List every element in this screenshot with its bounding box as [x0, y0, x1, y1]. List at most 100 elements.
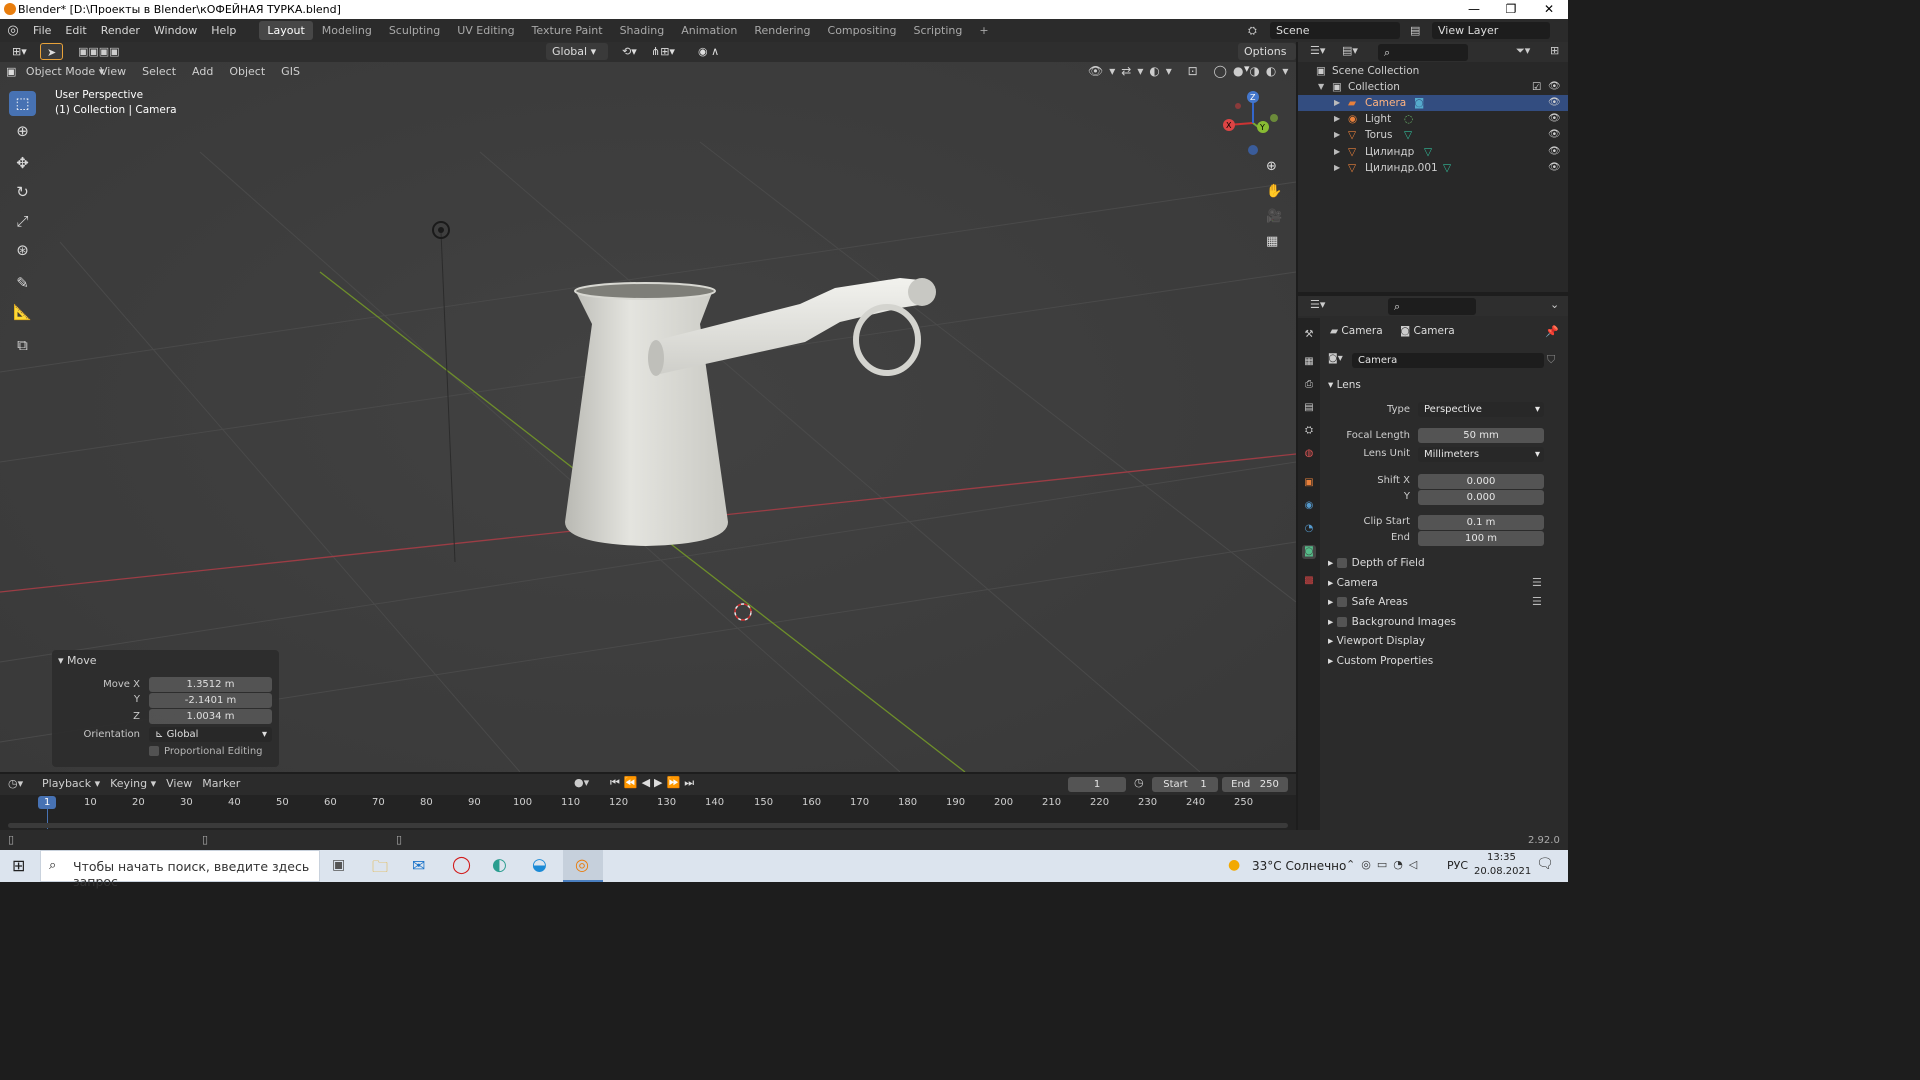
section-safe-areas[interactable]: ▸ Safe Areas [1328, 596, 1408, 608]
windows-start-icon[interactable]: ⊞ [12, 856, 25, 875]
outliner-search-input[interactable]: ⌕ [1378, 44, 1468, 61]
outliner-row-torus[interactable]: ▶ ▽ Torus ▽ 👁 [1298, 127, 1568, 143]
preview-range-icon[interactable]: ◷ [1134, 776, 1144, 789]
tab-shading[interactable]: Shading [612, 21, 673, 40]
section-depth-of-field[interactable]: ▸ Depth of Field [1328, 557, 1425, 569]
weather-label[interactable]: 33°C Солнечно [1252, 859, 1346, 873]
close-button[interactable]: ✕ [1530, 0, 1568, 19]
selection-mode-icons[interactable]: ▣▣▣▣ [72, 43, 126, 60]
notification-icon[interactable]: 🗨 [1536, 856, 1554, 872]
tool-tab-icon[interactable]: ⚒ [1302, 328, 1316, 342]
taskbar-search-box[interactable]: ⌕ Чтобы начать поиск, введите здесь запр… [40, 850, 320, 889]
menu-window[interactable]: Window [147, 19, 204, 42]
filter-icon[interactable]: ⏷▾ [1516, 44, 1530, 58]
add-workspace-button[interactable]: + [971, 21, 996, 40]
properties-editor-icon[interactable]: ☰▾ [1310, 298, 1325, 311]
maximize-button[interactable]: ❐ [1492, 0, 1530, 19]
add-cube-tool-icon[interactable]: ⧉ [9, 333, 36, 358]
light-data-icon[interactable]: ◌ [1404, 111, 1413, 127]
annotate-tool-icon[interactable]: ✎ [9, 271, 36, 296]
expand-arrow-icon[interactable]: ▶ [1334, 95, 1340, 111]
tab-layout[interactable]: Layout [259, 21, 313, 40]
timeline-scrollbar[interactable] [8, 823, 1288, 828]
clock-date[interactable]: 20.08.2021 [1474, 866, 1531, 877]
transform-orientation-dropdown[interactable]: Global ▾ [546, 43, 608, 60]
section-camera[interactable]: ▸ Camera [1328, 577, 1378, 589]
file-explorer-icon[interactable]: 🗀 [372, 856, 388, 883]
checkbox-icon[interactable] [1336, 597, 1347, 607]
move-tool-icon[interactable]: ✥ [9, 151, 36, 176]
eye-icon[interactable]: 👁 [1548, 79, 1561, 95]
tab-texture-paint[interactable]: Texture Paint [524, 21, 611, 40]
tab-animation[interactable]: Animation [673, 21, 745, 40]
scene-selector[interactable]: Scene [1270, 22, 1400, 39]
camera-data-tab-icon[interactable]: ◙ [1302, 545, 1316, 559]
scale-tool-icon[interactable]: ⤢ [9, 209, 36, 234]
outliner-row-light[interactable]: ▶ ◉ Light ◌ 👁 [1298, 111, 1568, 127]
lens-type-dropdown[interactable]: Perspective ▾ [1418, 402, 1544, 417]
move-z-field[interactable]: 1.0034 m [149, 709, 272, 724]
start-frame-field[interactable]: Start 1 [1152, 777, 1218, 792]
view-layer-selector[interactable]: View Layer [1432, 22, 1550, 39]
menu-help[interactable]: Help [204, 19, 243, 42]
cursor-tool-icon[interactable]: ⊕ [9, 119, 36, 144]
shift-x-field[interactable]: 0.000 [1418, 474, 1544, 489]
display-mode-icon[interactable]: ▤▾ [1342, 44, 1358, 57]
section-viewport-display[interactable]: ▸ Viewport Display [1328, 635, 1425, 647]
pivot-point-icon[interactable]: ⟲▾ [616, 43, 643, 60]
expand-arrow-icon[interactable]: ▶ [1334, 127, 1340, 143]
checkbox-icon[interactable] [1336, 558, 1347, 568]
expand-arrow-icon[interactable]: ▶ [1334, 160, 1340, 176]
texture-tab-icon[interactable]: ▩ [1302, 574, 1316, 588]
camera-view-icon[interactable]: 🎥 [1266, 209, 1282, 224]
modifier-tab-icon[interactable]: ◉ [1302, 499, 1316, 513]
object-tab-icon[interactable]: ▣ [1302, 476, 1316, 490]
rotate-tool-icon[interactable]: ↻ [9, 180, 36, 205]
clip-start-field[interactable]: 0.1 m [1418, 515, 1544, 530]
timeline-menu-playback[interactable]: Playback ▾ [42, 777, 100, 790]
list-icon[interactable]: ☰ [1532, 576, 1542, 589]
timeline-menu-marker[interactable]: Marker [202, 777, 240, 790]
timeline-track[interactable]: 1 10 20 30 40 50 60 70 80 90 100 110 120… [0, 795, 1296, 830]
outliner-row-collection[interactable]: ▼ ▣ Collection ☑ 👁 [1298, 79, 1568, 95]
eye-icon[interactable]: 👁 [1548, 127, 1561, 143]
view-layer-tab-icon[interactable]: ▤ [1302, 401, 1316, 415]
eye-icon[interactable]: 👁 [1548, 95, 1561, 111]
mesh-data-icon[interactable]: ▽ [1424, 144, 1432, 160]
timeline-menu-keying[interactable]: Keying ▾ [110, 777, 156, 790]
blender-menu-icon[interactable]: ◎ [0, 23, 26, 38]
viewport-menu-gis[interactable]: GIS [281, 63, 300, 81]
scene-tab-icon[interactable]: ⛭ [1302, 424, 1316, 438]
expand-arrow-icon[interactable]: ▼ [1318, 79, 1324, 95]
timeline-menu-view[interactable]: View [166, 777, 192, 790]
tab-rendering[interactable]: Rendering [746, 21, 818, 40]
section-lens-header[interactable]: ▾ Lens [1328, 379, 1361, 391]
end-frame-field[interactable]: End 250 [1222, 777, 1288, 792]
physics-tab-icon[interactable]: ◔ [1302, 522, 1316, 536]
eye-icon[interactable]: 👁 [1548, 144, 1561, 160]
editor-type-icon[interactable]: ⊞▾ [6, 43, 33, 60]
minimize-button[interactable]: — [1455, 0, 1493, 19]
expand-arrow-icon[interactable]: ▶ [1334, 111, 1340, 127]
outliner-row-scene-collection[interactable]: ▣ Scene Collection [1298, 63, 1568, 79]
timeline-editor-icon[interactable]: ◷▾ [8, 777, 23, 790]
outliner-editor-icon[interactable]: ☰▾ [1310, 44, 1325, 57]
menu-render[interactable]: Render [94, 19, 147, 42]
zoom-icon[interactable]: ⊕ [1266, 159, 1277, 174]
eye-icon[interactable]: 👁 [1548, 111, 1561, 127]
clip-end-field[interactable]: 100 m [1418, 531, 1544, 546]
playback-controls[interactable]: ⏮⏪◀▶⏩⏭ [610, 776, 698, 790]
opera-icon[interactable]: ◯ [452, 855, 471, 875]
world-tab-icon[interactable]: ◍ [1302, 447, 1316, 461]
perspective-toggle-icon[interactable]: ▦ [1266, 234, 1278, 249]
collection-checkbox-icon[interactable]: ☑ [1532, 79, 1541, 95]
outliner-row-cylinder[interactable]: ▶ ▽ Цилиндр ▽ 👁 [1298, 144, 1568, 160]
menu-file[interactable]: File [26, 19, 58, 42]
menu-edit[interactable]: Edit [58, 19, 93, 42]
checkbox-icon[interactable] [1336, 617, 1347, 627]
camera-datablock-field[interactable]: Camera [1352, 353, 1544, 368]
new-collection-icon[interactable]: ⊞ [1550, 44, 1559, 57]
tab-scripting[interactable]: Scripting [905, 21, 970, 40]
select-tool-icon[interactable]: ➤ [40, 43, 64, 60]
navigation-gizmo[interactable]: X Y Z [1218, 88, 1288, 158]
